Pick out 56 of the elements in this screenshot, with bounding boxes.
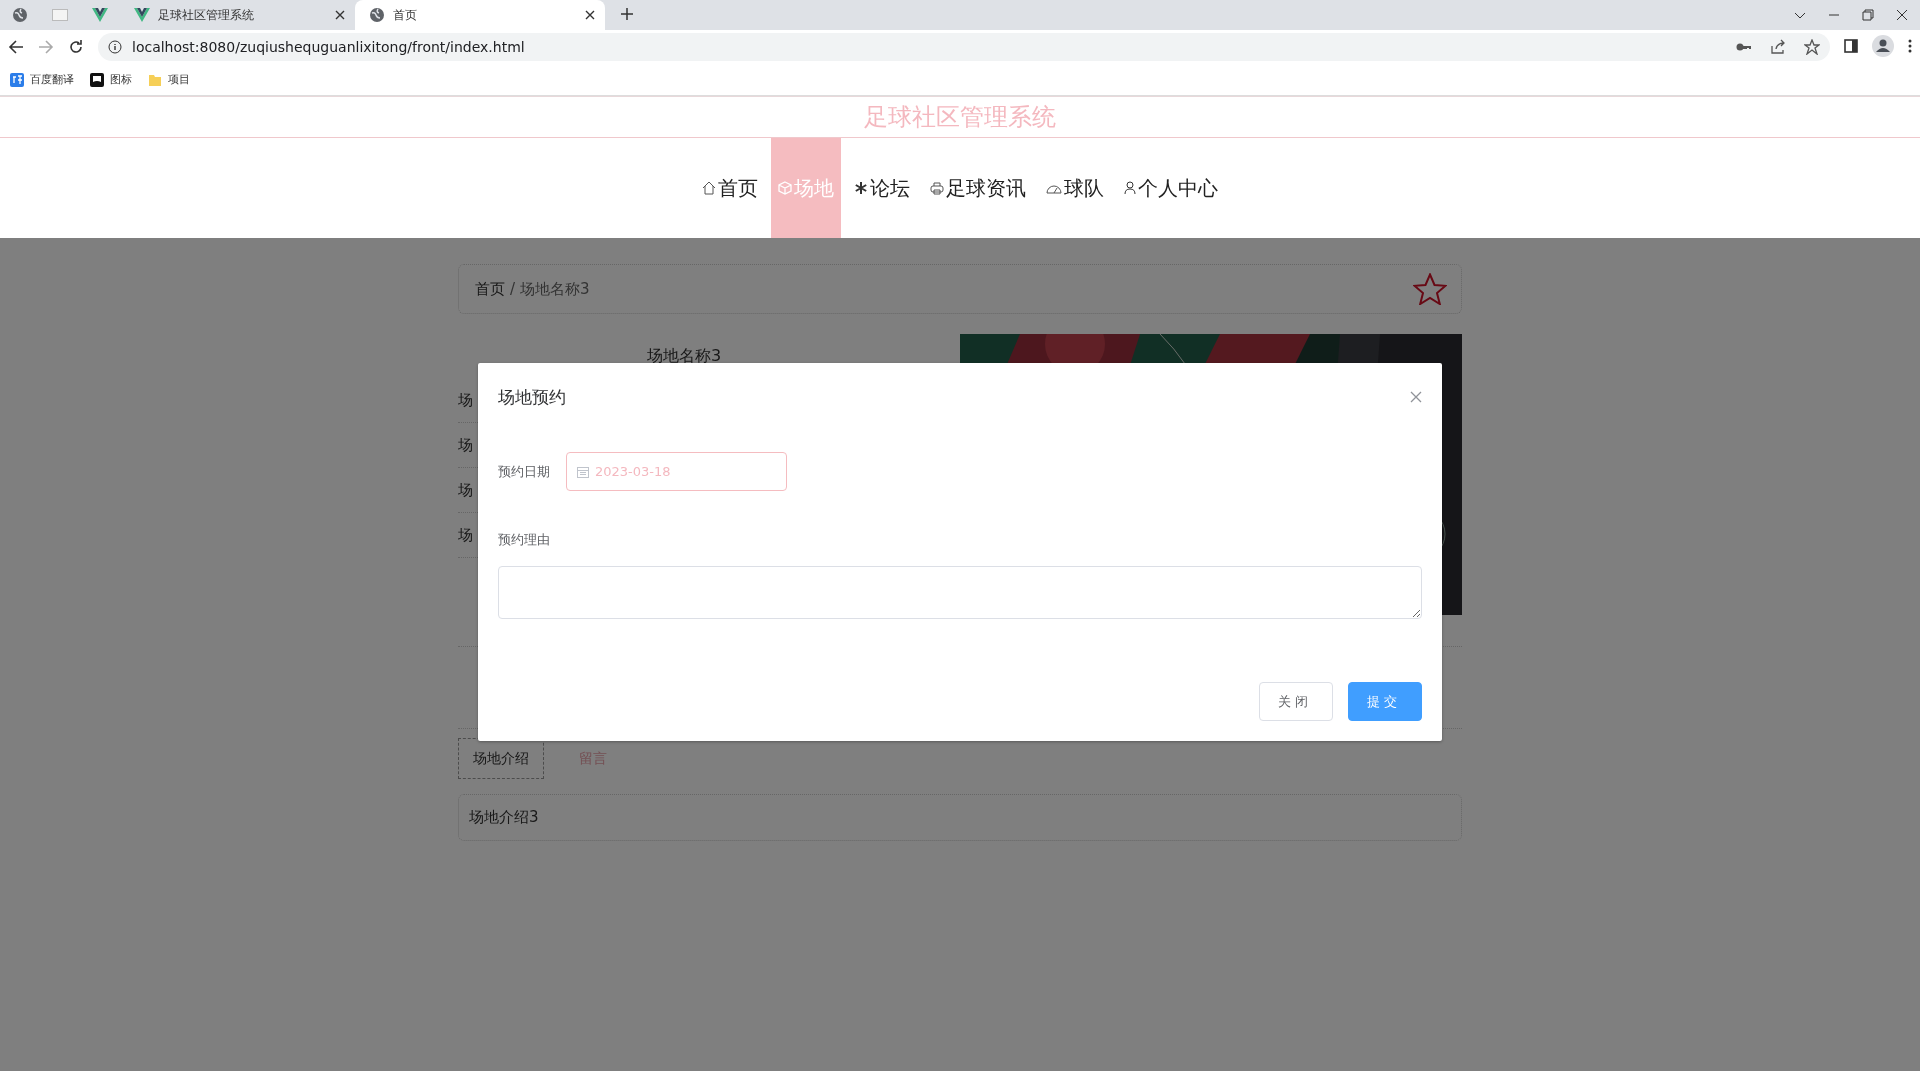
globe-icon: [12, 7, 28, 23]
reload-icon[interactable]: [68, 39, 84, 55]
snowflake-icon: [854, 181, 868, 195]
nav-link[interactable]: 球队: [1039, 138, 1111, 238]
breadcrumb-separator: /: [510, 280, 516, 298]
home-icon: [702, 181, 716, 195]
calendar-icon: [577, 465, 589, 478]
tab-icon: [52, 9, 68, 21]
intro-text: 场地介绍3: [469, 808, 539, 827]
breadcrumb-current: 场地名称3: [520, 279, 590, 299]
cube-icon: [778, 181, 792, 195]
restore-icon[interactable]: [1862, 9, 1874, 21]
close-icon[interactable]: [1896, 9, 1908, 21]
bookmark[interactable]: 百度翻译: [10, 72, 74, 87]
nav-link[interactable]: 首页: [695, 138, 765, 238]
nav-link[interactable]: 足球资讯: [923, 138, 1033, 238]
globe-icon: [369, 7, 385, 23]
translate-icon: [10, 72, 24, 87]
close-button[interactable]: 关闭: [1259, 682, 1333, 721]
tab-title: 足球社区管理系统: [158, 6, 255, 24]
dialog-title: 场地预约: [498, 385, 566, 409]
reason-field[interactable]: [498, 566, 1422, 619]
browser-tab[interactable]: 首页: [355, 0, 605, 30]
nav-link[interactable]: 论坛: [847, 138, 917, 238]
v-logo-icon: [134, 8, 150, 22]
user-icon: [1124, 181, 1136, 195]
side-panel-icon[interactable]: [1844, 38, 1858, 53]
field-label: 场: [458, 525, 473, 545]
star-icon[interactable]: [1804, 39, 1820, 55]
v-logo-icon: [92, 8, 108, 22]
field-label: 场: [458, 390, 473, 410]
plus-icon: [621, 8, 633, 20]
venue-name: 场地名称3: [645, 345, 723, 367]
share-icon[interactable]: [1770, 39, 1786, 55]
nav-link[interactable]: 个人中心: [1117, 138, 1225, 238]
menu-icon[interactable]: [1908, 38, 1912, 53]
browser-tab[interactable]: 足球社区管理系统: [120, 0, 355, 30]
breadcrumb-link[interactable]: 首页: [475, 279, 505, 299]
address-bar[interactable]: localhost:8080/zuqiushequguanlixitong/front/index.html: [98, 33, 1830, 61]
field-label: 场: [458, 435, 473, 455]
tab-title: 首页: [393, 6, 418, 24]
bookmark[interactable]: 图标: [90, 72, 132, 87]
field-label: 预约日期: [498, 462, 551, 481]
star-icon[interactable]: [1413, 273, 1447, 305]
profile-icon[interactable]: [1872, 34, 1894, 57]
info-icon[interactable]: [108, 40, 122, 54]
field-label: 场: [458, 480, 473, 500]
field-label: 预约理由: [498, 531, 551, 549]
printer-icon: [930, 181, 944, 195]
folder-icon: [148, 72, 162, 87]
flag-icon: [90, 72, 104, 87]
key-icon[interactable]: [1736, 42, 1752, 52]
url-text: localhost:8080/zuqiushequguanlixitong/front/index.html: [132, 39, 525, 55]
back-icon[interactable]: [8, 39, 24, 55]
site-title: 足球社区管理系统: [864, 102, 1056, 133]
bookmark[interactable]: 项目: [148, 72, 190, 87]
